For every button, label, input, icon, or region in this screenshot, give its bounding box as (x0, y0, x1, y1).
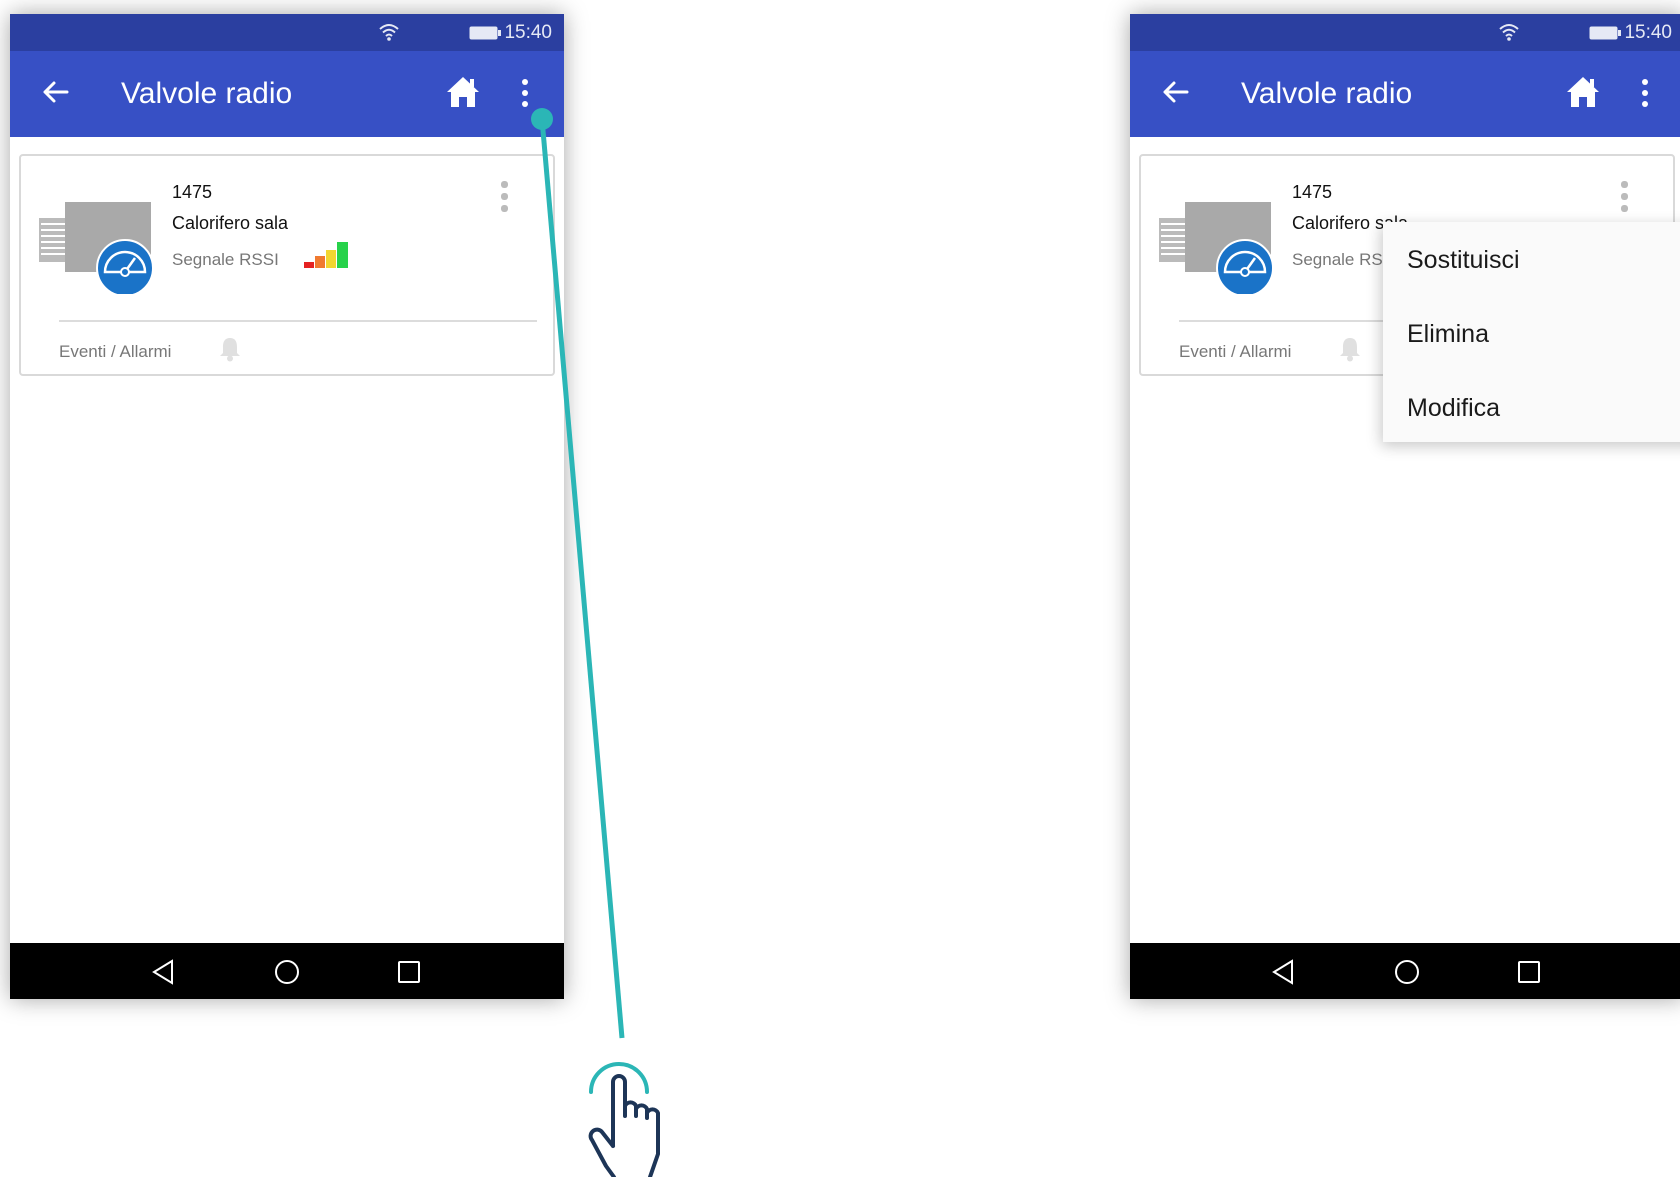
status-bar: 15:40 (10, 14, 564, 51)
tap-hand-icon (588, 1062, 660, 1177)
page-title: Valvole radio (1241, 77, 1413, 110)
back-arrow-icon[interactable] (40, 77, 70, 107)
status-time: 15:40 (504, 22, 552, 43)
status-time: 15:40 (1624, 22, 1672, 43)
signal-strength-icon (304, 242, 348, 268)
menu-item-elimina[interactable]: Elimina (1407, 320, 1489, 349)
device-id: 1475 (1292, 182, 1333, 202)
back-arrow-icon[interactable] (1160, 77, 1190, 107)
home-icon[interactable] (1565, 75, 1601, 109)
phone-screen-before: 15:40 Valvole radio 1475 Calorifero sala… (10, 14, 564, 999)
nav-back-icon[interactable] (1271, 959, 1295, 985)
bell-icon[interactable] (218, 336, 242, 362)
device-name: Calorifero sala (172, 213, 289, 233)
context-menu: Sostituisci Elimina Modifica (1383, 222, 1680, 442)
app-bar: Valvole radio (10, 51, 564, 137)
events-label[interactable]: Eventi / Allarmi (59, 342, 171, 362)
app-bar: Valvole radio (1130, 51, 1680, 137)
phone-screen-after: 15:40 Valvole radio 1475 Calorifero sala… (1130, 14, 1680, 999)
device-id: 1475 (172, 182, 213, 202)
battery-icon (469, 26, 501, 40)
nav-home-icon[interactable] (1394, 959, 1420, 985)
home-icon[interactable] (445, 75, 481, 109)
wifi-icon (1499, 24, 1519, 41)
wifi-icon (379, 24, 399, 41)
device-card[interactable]: 1475 Calorifero sala Segnale RSSI Eventi… (19, 154, 555, 376)
battery-icon (1589, 26, 1621, 40)
bell-icon[interactable] (1338, 336, 1362, 362)
menu-item-modifica[interactable]: Modifica (1407, 394, 1500, 423)
radiator-valve-icon (39, 202, 154, 294)
system-nav-bar (1130, 943, 1680, 999)
nav-home-icon[interactable] (274, 959, 300, 985)
menu-item-sostituisci[interactable]: Sostituisci (1407, 246, 1520, 275)
radiator-valve-icon (1159, 202, 1274, 294)
status-bar: 15:40 (1130, 14, 1680, 51)
overflow-menu-icon[interactable] (1640, 78, 1650, 108)
overflow-menu-icon[interactable] (520, 78, 530, 108)
page-title: Valvole radio (121, 77, 293, 110)
card-menu-icon[interactable] (499, 181, 511, 213)
nav-recents-icon[interactable] (1517, 960, 1541, 984)
system-nav-bar (10, 943, 564, 999)
events-label[interactable]: Eventi / Allarmi (1179, 342, 1291, 362)
card-menu-icon[interactable] (1619, 181, 1631, 213)
card-divider (59, 320, 537, 322)
nav-recents-icon[interactable] (397, 960, 421, 984)
signal-label: Segnale RSSI (172, 250, 279, 269)
nav-back-icon[interactable] (151, 959, 175, 985)
